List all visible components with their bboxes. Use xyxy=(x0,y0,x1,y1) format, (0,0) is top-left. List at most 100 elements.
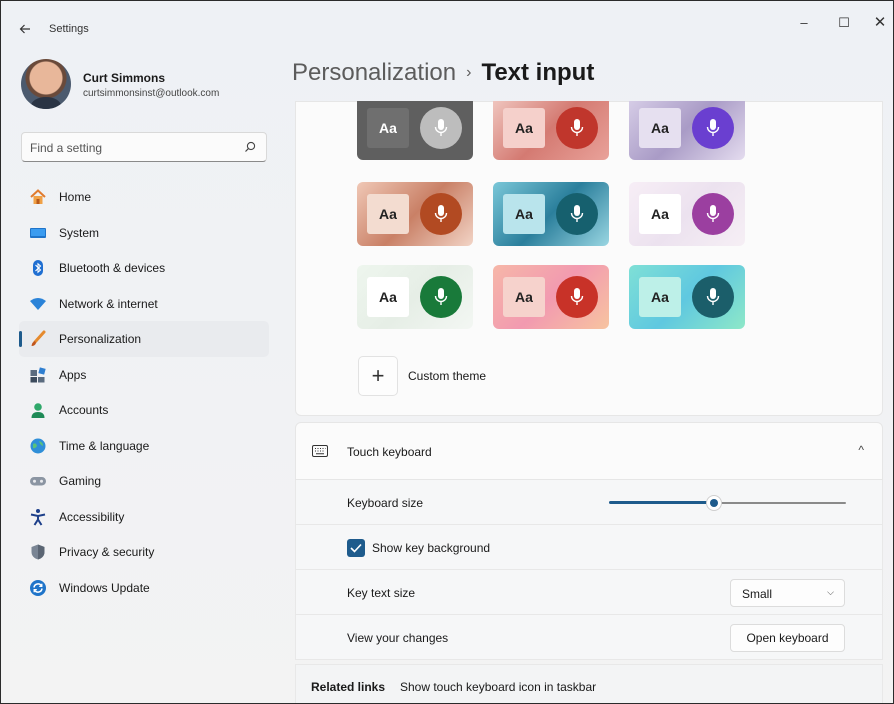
sidebar-item-label: Privacy & security xyxy=(59,545,155,559)
breadcrumb: Personalization › Text input xyxy=(292,59,594,87)
chevron-down-icon: ⌵ xyxy=(827,587,834,597)
theme-tile-aa: Aa xyxy=(503,277,545,317)
theme-tile-aa: Aa xyxy=(367,108,409,148)
sidebar-item-label: Bluetooth & devices xyxy=(59,261,166,275)
maximize-button[interactable]: ☐ xyxy=(829,11,859,35)
microphone-icon xyxy=(420,107,462,149)
bluetooth-icon xyxy=(33,260,43,276)
sidebar-item-label: Windows Update xyxy=(59,580,150,595)
system-icon xyxy=(30,227,46,238)
chevron-up-icon[interactable]: ^ xyxy=(858,443,864,457)
theme-tile[interactable]: Aa xyxy=(629,101,745,160)
theme-tile-aa: Aa xyxy=(639,277,681,317)
sidebar-nav: Home System Bluetooth & devices Network … xyxy=(19,179,269,605)
theme-tile-aa: Aa xyxy=(503,108,545,148)
dropdown-value: Small xyxy=(742,587,773,601)
search-box[interactable] xyxy=(21,132,267,162)
view-changes-label: View your changes xyxy=(347,631,449,645)
keyboard-icon xyxy=(312,445,328,457)
back-arrow-icon xyxy=(19,24,30,34)
theme-tile-aa: Aa xyxy=(503,194,545,234)
sidebar-item-label: Apps xyxy=(59,367,87,382)
sidebar-item-label: Time & language xyxy=(59,438,150,453)
related-link-taskbar-icon[interactable]: Show touch keyboard icon in taskbar xyxy=(400,680,596,694)
theme-tile-aa: Aa xyxy=(367,194,409,234)
time-language-icon xyxy=(30,438,46,453)
custom-theme-label: Custom theme xyxy=(408,369,487,383)
sidebar-item-privacy[interactable]: Privacy & security xyxy=(19,534,269,570)
microphone-icon xyxy=(692,193,734,235)
theme-tile[interactable]: Aa xyxy=(357,182,473,246)
close-button[interactable]: ✕ xyxy=(865,11,893,35)
theme-tile[interactable]: Aa xyxy=(493,101,609,160)
page-title: Text input xyxy=(481,59,595,86)
sidebar-item-system[interactable]: System xyxy=(19,215,269,251)
sidebar-item-gaming[interactable]: Gaming xyxy=(19,463,269,499)
slider-track-filled[interactable] xyxy=(609,501,714,504)
keyboard-size-label: Keyboard size xyxy=(347,496,424,510)
user-name: Curt Simmons xyxy=(83,71,166,85)
microphone-icon xyxy=(692,107,734,149)
key-text-size-row: Key text size Small ⌵ xyxy=(295,570,883,615)
sidebar-item-accounts[interactable]: Accounts xyxy=(19,392,269,428)
show-key-background-row: Show key background xyxy=(295,525,883,570)
show-key-background-label: Show key background xyxy=(372,541,491,555)
sidebar-item-accessibility[interactable]: Accessibility xyxy=(19,499,269,535)
theme-tile[interactable]: Aa xyxy=(629,182,745,246)
theme-tile[interactable]: Aa xyxy=(357,101,473,160)
back-button[interactable] xyxy=(15,19,35,39)
theme-tile[interactable]: Aa xyxy=(629,265,745,329)
gaming-icon xyxy=(30,477,46,486)
sidebar-item-apps[interactable]: Apps xyxy=(19,357,269,393)
checkmark-icon xyxy=(350,543,362,553)
sidebar-item-personalization[interactable]: Personalization xyxy=(19,321,269,357)
sidebar-item-label: Network & internet xyxy=(59,296,158,311)
avatar[interactable] xyxy=(21,59,71,109)
touch-keyboard-header[interactable]: Touch keyboard ^ xyxy=(295,422,883,480)
theme-tile-aa: Aa xyxy=(367,277,409,317)
sidebar-item-network[interactable]: Network & internet xyxy=(19,286,269,322)
home-icon xyxy=(30,189,46,204)
microphone-icon xyxy=(692,276,734,318)
theme-tile-aa: Aa xyxy=(639,108,681,148)
view-changes-row: View your changes Open keyboard xyxy=(295,615,883,660)
accessibility-icon xyxy=(30,508,46,526)
theme-tile-aa: Aa xyxy=(639,194,681,234)
accounts-icon xyxy=(31,403,45,418)
keyboard-size-row: Keyboard size xyxy=(295,480,883,525)
apps-icon xyxy=(30,366,46,382)
show-key-background-checkbox[interactable] xyxy=(347,539,365,557)
theme-tile[interactable]: Aa xyxy=(493,182,609,246)
touch-keyboard-label: Touch keyboard xyxy=(347,445,432,459)
minimize-button[interactable]: – xyxy=(789,11,819,35)
personalization-icon xyxy=(31,330,46,346)
title-bar: Settings – ☐ ✕ xyxy=(1,1,893,45)
related-links: Related links Show touch keyboard icon i… xyxy=(295,664,883,703)
sidebar-item-label: System xyxy=(59,225,100,240)
active-indicator xyxy=(19,331,22,347)
sidebar-item-label: Home xyxy=(59,190,92,204)
sidebar-item-bluetooth[interactable]: Bluetooth & devices xyxy=(19,250,269,286)
sidebar-item-label: Personalization xyxy=(59,332,142,346)
theme-tile[interactable]: Aa xyxy=(493,265,609,329)
custom-theme-button[interactable]: + xyxy=(358,356,398,396)
breadcrumb-parent[interactable]: Personalization xyxy=(292,59,456,86)
sidebar-item-home[interactable]: Home xyxy=(19,179,269,215)
sidebar-item-time-language[interactable]: Time & language xyxy=(19,428,269,464)
slider-track[interactable] xyxy=(718,502,846,504)
search-input[interactable] xyxy=(30,139,230,156)
microphone-icon xyxy=(420,276,462,318)
search-icon[interactable] xyxy=(243,140,257,154)
sidebar-item-windows-update[interactable]: Windows Update xyxy=(19,570,269,606)
privacy-icon xyxy=(31,544,45,560)
microphone-icon xyxy=(420,193,462,235)
themes-card: Aa Aa Aa Aa Aa Aa Aa Aa Aa + Custom theme xyxy=(295,101,883,416)
sidebar-item-label: Gaming xyxy=(59,474,102,488)
theme-tile[interactable]: Aa xyxy=(357,265,473,329)
key-text-size-dropdown[interactable]: Small ⌵ xyxy=(730,579,845,607)
app-title: Settings xyxy=(49,23,89,35)
keyboard-size-slider-thumb[interactable] xyxy=(706,495,722,511)
open-keyboard-button[interactable]: Open keyboard xyxy=(730,624,845,652)
network-icon xyxy=(30,297,46,310)
content-pane: Aa Aa Aa Aa Aa Aa Aa Aa Aa + Custom theme Touch … xyxy=(295,101,885,703)
